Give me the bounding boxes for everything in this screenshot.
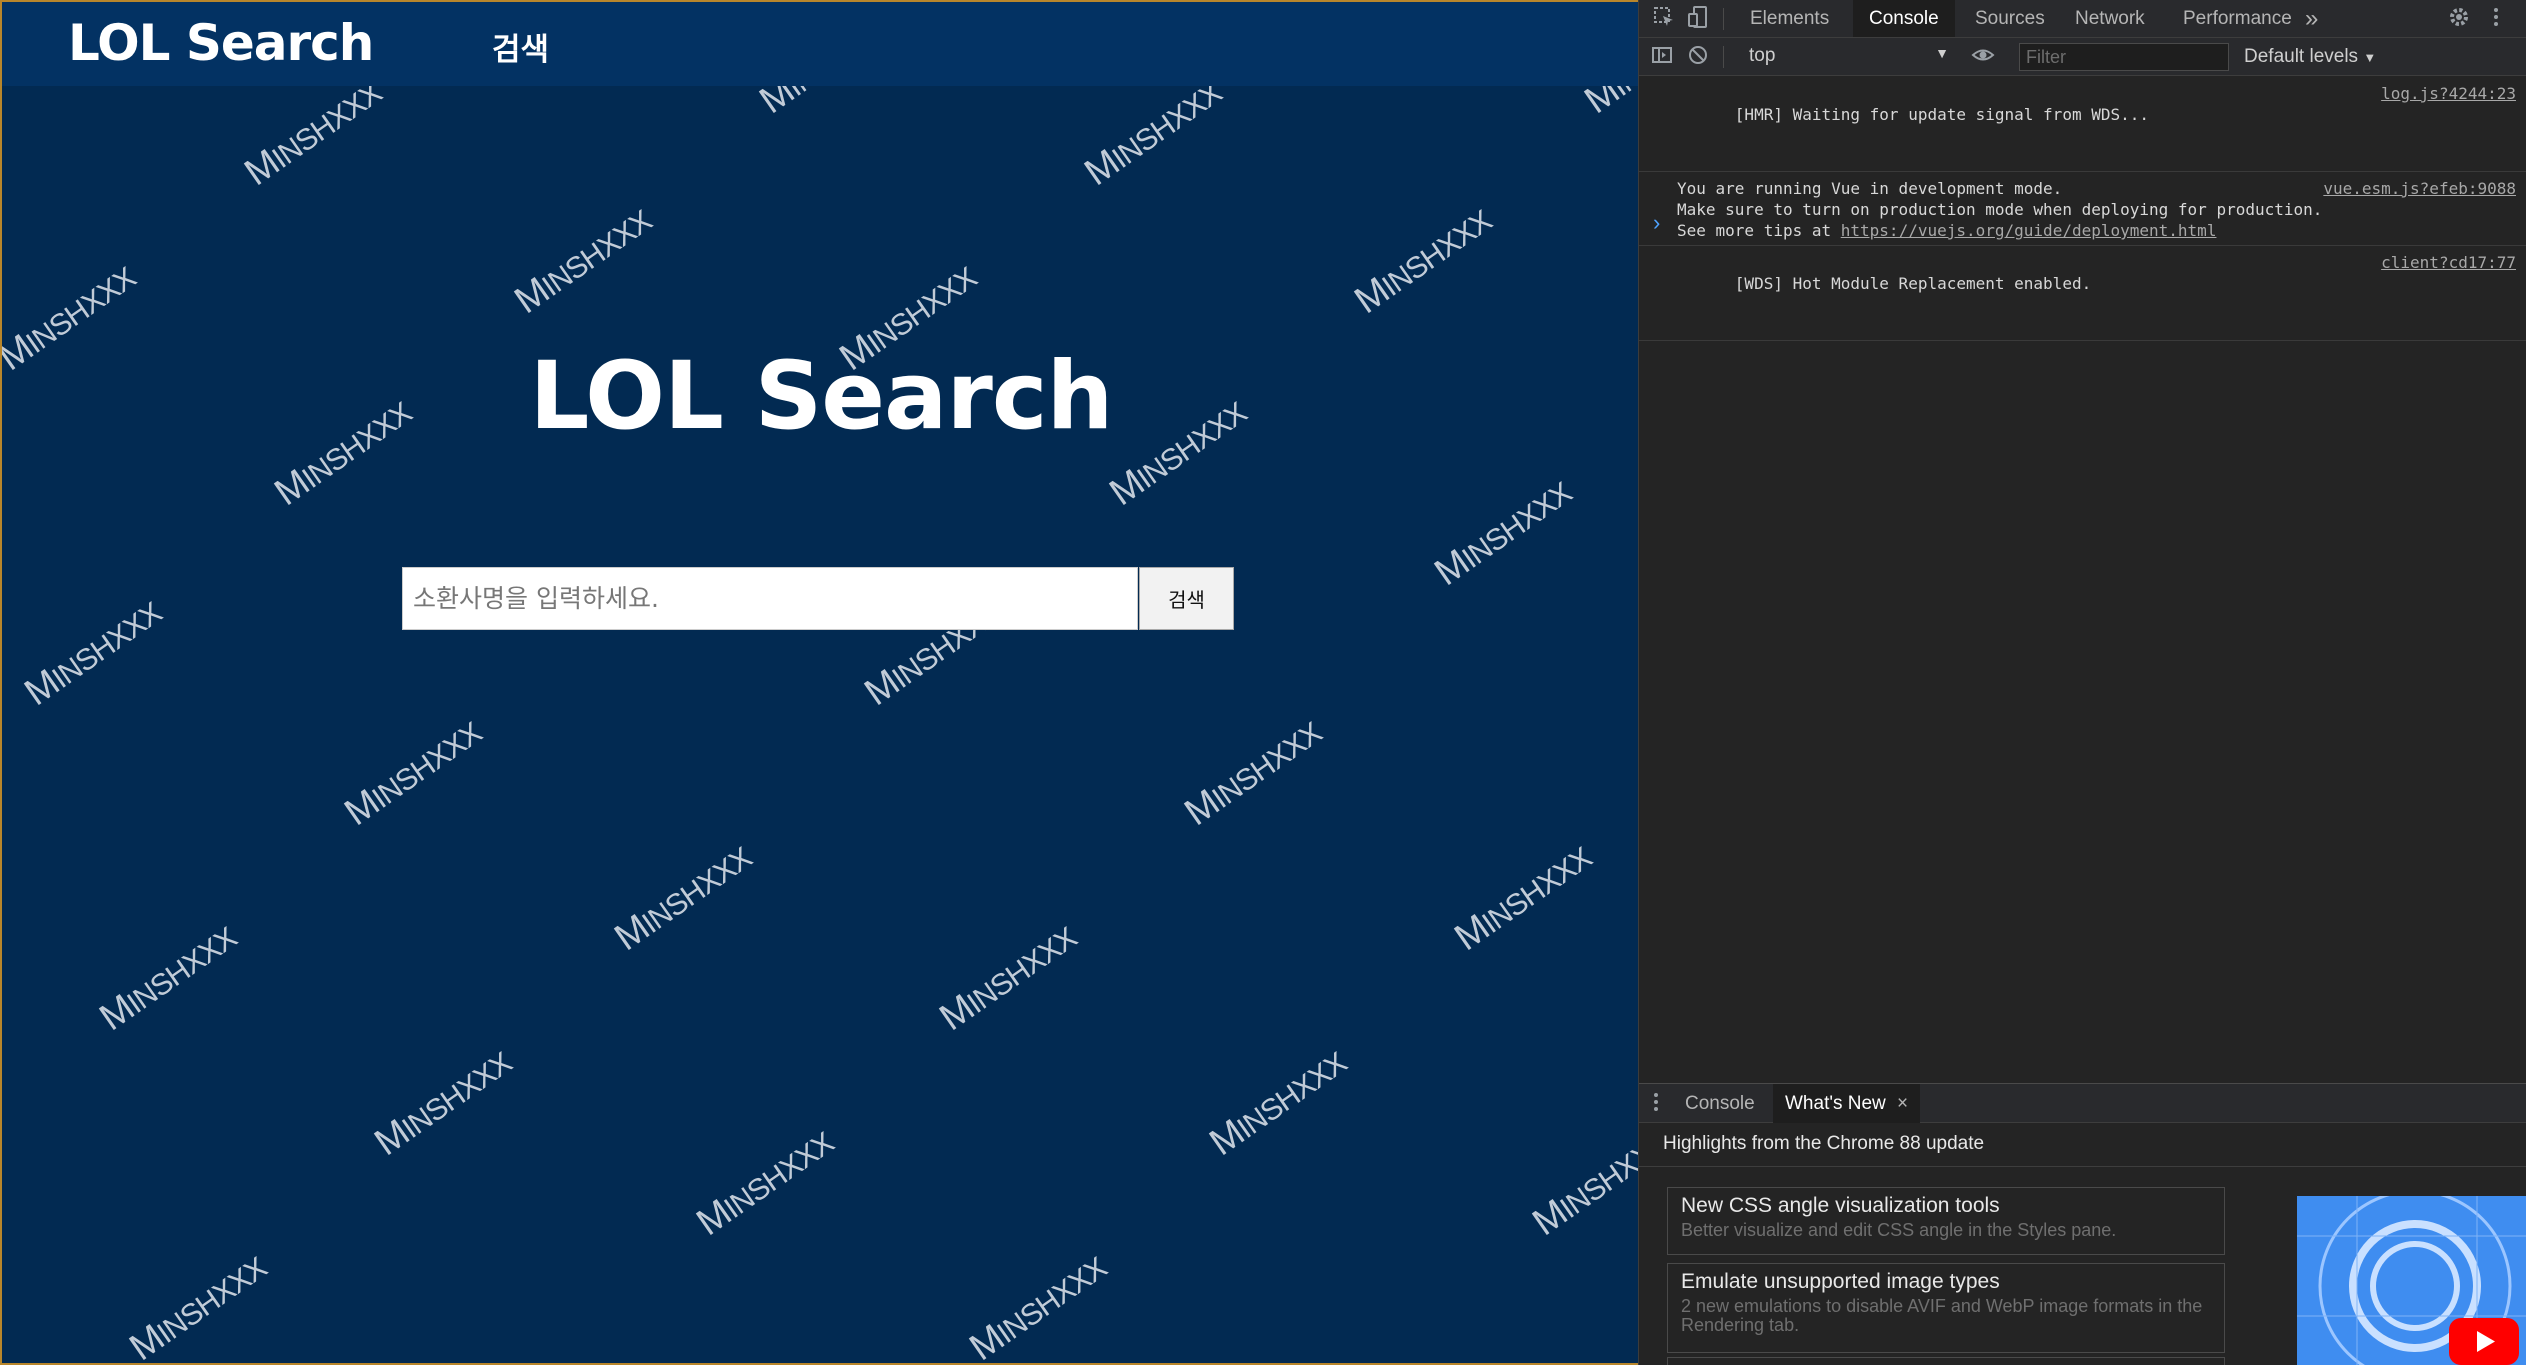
- log-levels-label: Default levels: [2244, 46, 2359, 67]
- web-page: LOL Search 검색 MINSHXXX MINSH MINSHXXX MI…: [0, 0, 1638, 1365]
- clear-console-icon[interactable]: [1685, 44, 1711, 70]
- devtools-tabbar: Elements Console Sources Network Perform…: [1639, 0, 2526, 38]
- watermark: MINSHXXX: [1447, 841, 1598, 960]
- whats-new-headline: Highlights from the Chrome 88 update: [1663, 1133, 1985, 1154]
- feature-description: Better visualize and edit CSS angle in t…: [1681, 1220, 2117, 1240]
- show-sidebar-icon[interactable]: [1649, 44, 1675, 70]
- console-filter-input[interactable]: [2019, 43, 2229, 71]
- watermark: MINSHXXX: [92, 921, 243, 1040]
- nav-search-link[interactable]: 검색: [492, 24, 549, 69]
- watermark: MINSHXXX: [507, 204, 658, 323]
- watermark: MINSHXXX: [17, 596, 168, 715]
- console-toolbar: top ▼ Default levels ▼: [1639, 38, 2526, 76]
- watermark: MINSHXXX: [1427, 476, 1578, 595]
- watermark: MINSHXXX: [367, 1046, 518, 1165]
- drawer-tab-label: What's New: [1785, 1093, 1886, 1114]
- message-source-link[interactable]: vue.esm.js?efeb:9088: [2323, 178, 2516, 199]
- more-options-icon[interactable]: [2483, 6, 2509, 32]
- caret-down-icon: ▼: [2363, 50, 2377, 65]
- message-text: [HMR] Waiting for update signal from WDS…: [1734, 105, 2150, 124]
- search-button[interactable]: 검색: [1139, 567, 1234, 630]
- log-levels-dropdown[interactable]: Default levels ▼: [2244, 46, 2376, 68]
- devtools-panel: Elements Console Sources Network Perform…: [1638, 0, 2526, 1365]
- tab-elements[interactable]: Elements: [1734, 0, 1845, 37]
- drawer-tabbar: Console What's New ×: [1639, 1083, 2526, 1123]
- console-message: You are running Vue in development mode.…: [1639, 172, 2526, 246]
- device-toolbar-icon[interactable]: [1685, 6, 1711, 32]
- watermark: MINSHXXX: [1347, 204, 1498, 323]
- console-message: [WDS] Hot Module Replacement enabled. cl…: [1639, 246, 2526, 341]
- watermark: MINSHXXX: [337, 716, 488, 835]
- live-expression-eye-icon[interactable]: [1970, 44, 1996, 70]
- execution-context-select[interactable]: top ▼: [1749, 45, 1949, 69]
- feature-card[interactable]: New CSS angle visualization tools Better…: [1667, 1187, 2225, 1255]
- feature-title: New CSS angle visualization tools: [1681, 1194, 2000, 1217]
- console-prompt-chevron-icon[interactable]: ›: [1653, 210, 1660, 236]
- caret-down-icon: ▼: [1935, 45, 1949, 61]
- divider: [1723, 46, 1724, 68]
- watermark: MINSHXXX: [607, 841, 758, 960]
- feature-title: Emulate unsupported image types: [1681, 1270, 2000, 1293]
- brand-logo-link[interactable]: LOL Search: [68, 14, 374, 72]
- divider: [1639, 1166, 2526, 1167]
- watermark: MINSHXX: [1525, 1137, 1638, 1245]
- watermark: MINSHXXX: [237, 76, 388, 195]
- watermark: MINSHXXX: [122, 1251, 273, 1365]
- navbar: LOL Search 검색: [2, 2, 1638, 86]
- watermark: MINSHXXX: [962, 1251, 1113, 1365]
- tab-console[interactable]: Console: [1853, 0, 1955, 37]
- video-thumbnail[interactable]: [2297, 1196, 2526, 1365]
- divider: [1723, 8, 1724, 30]
- settings-gear-icon[interactable]: [2446, 6, 2472, 32]
- watermark: MINSHXXX: [1177, 716, 1328, 835]
- console-messages: [HMR] Waiting for update signal from WDS…: [1639, 77, 2526, 341]
- drawer-tab-whats-new[interactable]: What's New ×: [1773, 1084, 1921, 1123]
- tab-network[interactable]: Network: [2059, 0, 2161, 37]
- watermark: MINSHXXX: [932, 921, 1083, 1040]
- tab-sources[interactable]: Sources: [1959, 0, 2061, 37]
- message-source-link[interactable]: log.js?4244:23: [2381, 83, 2516, 104]
- tab-performance[interactable]: Performance: [2167, 0, 2308, 37]
- drawer-tab-console[interactable]: Console: [1673, 1084, 1767, 1123]
- message-source-link[interactable]: client?cd17:77: [2381, 252, 2516, 273]
- feature-card[interactable]: Emulate unsupported image types 2 new em…: [1667, 1263, 2225, 1353]
- watermark: MINSHXXX: [689, 1126, 840, 1245]
- summoner-search-input[interactable]: [402, 567, 1138, 630]
- youtube-play-icon[interactable]: [2449, 1318, 2519, 1365]
- more-tabs-chevron-icon[interactable]: »: [2289, 0, 2334, 37]
- context-value: top: [1749, 45, 1776, 66]
- feature-card: [1667, 1357, 2225, 1365]
- search-form: 검색: [402, 567, 1234, 630]
- docs-link[interactable]: https://vuejs.org/guide/deployment.html: [1841, 221, 2217, 240]
- message-text: [WDS] Hot Module Replacement enabled.: [1734, 274, 2092, 293]
- hero-title: LOL Search: [529, 342, 1114, 451]
- close-icon[interactable]: ×: [1897, 1093, 1908, 1114]
- console-message: [HMR] Waiting for update signal from WDS…: [1639, 77, 2526, 172]
- feature-description: 2 new emulations to disable AVIF and Web…: [1681, 1296, 2203, 1335]
- watermark: MINSHXXX: [1202, 1046, 1353, 1165]
- watermark: MINSHXXX: [1077, 76, 1228, 195]
- drawer-menu-icon[interactable]: [1643, 1091, 1669, 1117]
- inspect-element-icon[interactable]: [1651, 6, 1677, 32]
